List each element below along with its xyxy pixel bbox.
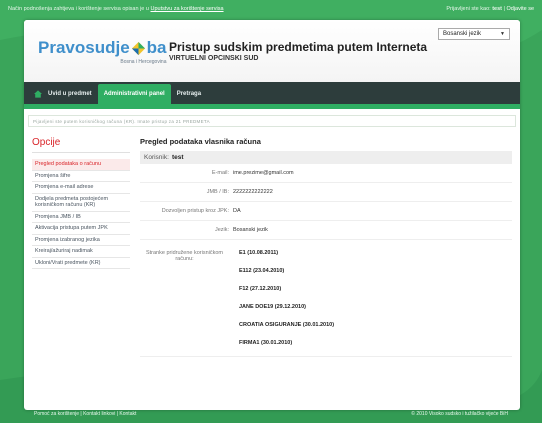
sidebar-title: Opcije — [32, 137, 130, 153]
field-language: Jezik: Bosanski jezik — [140, 221, 512, 240]
sidebar-item-change-password[interactable]: Promjena šifre — [32, 171, 130, 182]
site-title-block: Pristup sudskim predmetima putem Interne… — [169, 40, 427, 62]
top-info-bar: Način podnošenja zahtjeva i korištenje s… — [0, 0, 542, 18]
logo-diamond-icon — [131, 41, 145, 55]
help-text: Način podnošenja zahtjeva i korištenje s… — [8, 6, 224, 12]
site-logo[interactable]: Pravosudje ba Bosna i Hercegovina — [38, 38, 167, 65]
language-select[interactable]: Bosanski jezik ▼ — [438, 28, 510, 40]
sidebar-item-activate-jpk[interactable]: Aktivacija pristupa putem JPK — [32, 223, 130, 235]
tab-case-view[interactable]: Uvid u predmet — [24, 84, 98, 104]
user-bar: Korisnik: test — [140, 151, 512, 164]
sidebar-item-assign-case[interactable]: Dodjela predmeta postojećem korisničkom … — [32, 194, 130, 212]
sidebar-item-change-email[interactable]: Promjena e-mail adrese — [32, 182, 130, 194]
main-page: Pravosudje ba Bosna i Hercegovina Pristu… — [24, 20, 520, 410]
chevron-down-icon: ▼ — [500, 31, 505, 37]
logo-text-2: ba — [146, 38, 167, 57]
footer-copyright: © 2010 Visoko sudsko i tužilačko vijeće … — [411, 410, 508, 417]
tab-admin-panel[interactable]: Administrativni panel — [97, 84, 171, 104]
logout-link[interactable]: Odjavite se — [506, 6, 534, 12]
list-item: JANE DOE19 (29.12.2010) — [239, 304, 306, 310]
main-nav: Uvid u predmet Administrativni panel Pre… — [24, 82, 520, 104]
language-value: Bosanski jezik — [443, 31, 482, 37]
login-status: Prijavljeni ste kao: test | Odjavite se — [446, 6, 534, 12]
field-jpk-access: Dozvoljen pristup kroz JPK: DA — [140, 202, 512, 221]
sidebar-item-change-language[interactable]: Promjena izabranog jezika — [32, 235, 130, 246]
sidebar-item-change-jmb[interactable]: Promjena JMB / IB — [32, 212, 130, 223]
field-linked-parties: Stranke pridružene korisničkom računu: E… — [140, 240, 512, 357]
tab-search[interactable]: Pretraga — [171, 84, 207, 104]
footer-links[interactable]: Pomoć za korištenje | Kontakt linkovi | … — [34, 411, 136, 417]
sidebar-item-nickname[interactable]: Kreiraj/ažuriraj nadimak — [32, 246, 130, 258]
list-item: E112 (23.04.2010) — [239, 268, 285, 274]
header: Pravosudje ba Bosna i Hercegovina Pristu… — [24, 20, 520, 82]
manual-link[interactable]: Uputstvu za korištenje servisa — [150, 6, 223, 12]
nav-underline — [24, 104, 520, 109]
logged-user: test — [492, 6, 502, 12]
list-item: FIRMA1 (30.01.2010) — [239, 340, 293, 346]
list-item: F12 (27.12.2010) — [239, 286, 282, 292]
content-title: Pregled podataka vlasnika računa — [140, 137, 261, 146]
options-sidebar: Opcije Pregled podataka o računu Promjen… — [32, 137, 130, 269]
logo-subtitle: Bosna i Hercegovina — [120, 59, 167, 65]
sidebar-item-remove-cases[interactable]: Ukloni/Vrati predmete (KR) — [32, 258, 130, 269]
home-icon — [34, 90, 42, 98]
sidebar-item-account-overview[interactable]: Pregled podataka o računu — [32, 159, 130, 171]
access-notice: Pijavljeni ste putem korisničkog računa … — [28, 115, 516, 127]
list-item: CROATIA OSIGURANJE (30.01.2010) — [239, 322, 335, 328]
field-email: E-mail: ime.prezime@gmail.com — [140, 164, 512, 183]
logo-text-1: Pravosudje — [38, 38, 130, 57]
username: test — [171, 154, 184, 161]
page-subtitle: VIRTUELNI OPCINSKI SUD — [169, 55, 259, 62]
list-item: E1 (10.08.2011) — [239, 250, 279, 256]
page-title: Pristup sudskim predmetima putem Interne… — [169, 40, 428, 54]
field-jmb: JMB / IB: 2222222222222 — [140, 183, 512, 202]
account-details: Pregled podataka vlasnika računa Korisni… — [140, 137, 512, 402]
footer: Pomoć za korištenje | Kontakt linkovi | … — [0, 404, 542, 423]
